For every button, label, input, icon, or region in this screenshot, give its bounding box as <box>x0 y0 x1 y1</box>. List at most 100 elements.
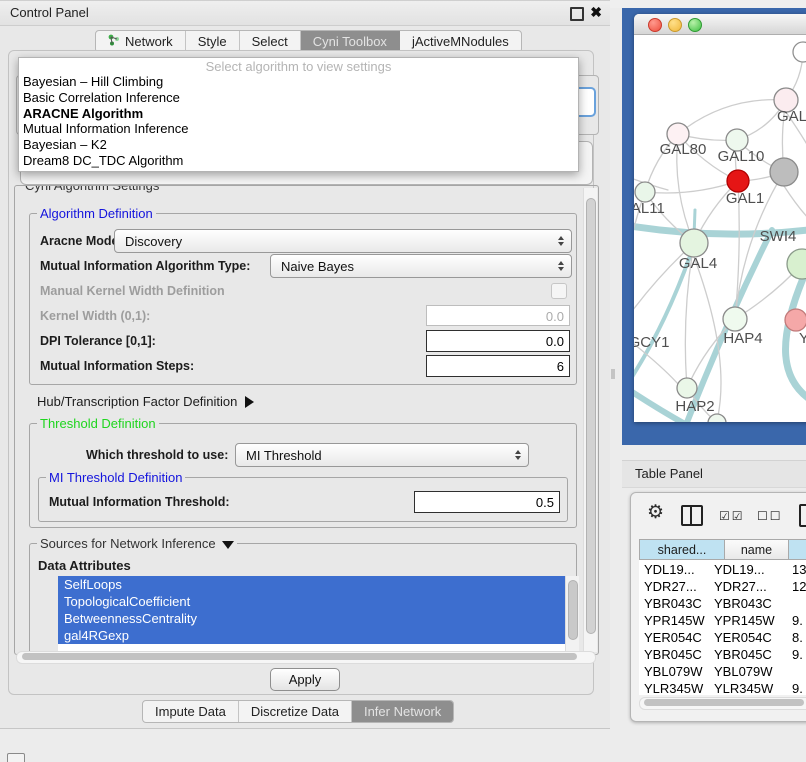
settings-horizontal-scrollbar[interactable] <box>16 651 596 664</box>
float-icon[interactable] <box>570 7 584 21</box>
column-header[interactable]: A <box>789 539 806 560</box>
network-node-label: GAL11 <box>634 200 665 217</box>
dpi-tolerance-field[interactable]: 0.0 <box>426 330 570 352</box>
control-panel-title: Control Panel <box>10 5 89 20</box>
network-node[interactable] <box>793 42 806 62</box>
network-node-gal4[interactable] <box>680 229 708 257</box>
network-node-swi4[interactable] <box>787 249 806 279</box>
table-row[interactable]: YBR043CYBR043C <box>639 596 806 613</box>
tab-jactivemnodules[interactable]: jActiveMNodules <box>400 31 521 52</box>
tab-network[interactable]: Network <box>96 31 186 52</box>
close-icon[interactable]: ✖ <box>590 4 602 21</box>
algorithm-option[interactable]: Mutual Information Inference <box>19 121 578 137</box>
table-cell: YPR145W <box>644 613 705 628</box>
table-row[interactable]: YLR345WYLR345W9. <box>639 681 806 695</box>
table-cell: 12 <box>792 579 806 594</box>
mi-threshold-label: Mutual Information Threshold: <box>49 495 230 509</box>
table-row[interactable]: YDR27...YDR27...12 <box>639 579 806 596</box>
splitpane-divider[interactable] <box>611 369 615 379</box>
apply-button[interactable]: Apply <box>270 668 340 691</box>
network-canvas[interactable]: GALGAL80GAL10GAL1GAL11SWI4GAL4GCY1HAP4YH… <box>634 34 806 422</box>
algorithm-option[interactable]: Bayesian – K2 <box>19 137 578 153</box>
network-edge[interactable] <box>784 186 806 232</box>
network-node-hap2[interactable] <box>677 378 697 398</box>
table-row[interactable]: YER054CYER054C8. <box>639 630 806 647</box>
algorithm-option[interactable]: Bayesian – Hill Climbing <box>19 74 578 90</box>
table-cell: YBL079W <box>714 664 773 679</box>
network-node[interactable] <box>770 158 798 186</box>
mi-type-select[interactable]: Naive Bayes <box>270 254 572 278</box>
table-cell: YBR045C <box>714 647 772 662</box>
algorithm-option[interactable]: Basic Correlation Inference <box>19 90 578 106</box>
algorithm-option[interactable]: Dream8 DC_TDC Algorithm <box>19 153 578 169</box>
network-node[interactable] <box>708 414 726 422</box>
algorithm-dropdown-popup[interactable]: Select algorithm to view settings Bayesi… <box>18 57 579 172</box>
table-cell: YBR043C <box>644 596 702 611</box>
which-threshold-select[interactable]: MI Threshold <box>235 443 529 467</box>
network-node-hap4[interactable] <box>723 307 747 331</box>
manual-kernel-checkbox[interactable] <box>551 283 567 299</box>
table-row[interactable]: YBR045CYBR045C9. <box>639 647 806 664</box>
tab-cyni-toolbox[interactable]: Cyni Toolbox <box>301 31 400 52</box>
sources-group-title: Sources for Network Inference <box>40 536 216 551</box>
column-header[interactable]: shared... <box>639 539 725 560</box>
mi-threshold-field[interactable]: 0.5 <box>414 491 560 513</box>
network-node-label: HAP2 <box>675 398 714 415</box>
settings-vertical-scrollbar[interactable] <box>583 188 597 652</box>
hub-section-toggle[interactable]: Hub/Transcription Factor Definition <box>37 394 254 409</box>
settings-gear-icon[interactable]: ⚙ <box>647 501 664 524</box>
close-traffic-light-icon[interactable] <box>648 18 662 32</box>
manual-kernel-label: Manual Kernel Width Definition <box>40 284 225 298</box>
network-icon <box>108 34 120 49</box>
tab-select[interactable]: Select <box>240 31 301 52</box>
sources-group-title-wrap[interactable]: Sources for Network Inference <box>37 536 237 551</box>
table-horizontal-scrollbar[interactable] <box>639 697 806 710</box>
table-row[interactable]: YDL19...YDL19...13 <box>639 562 806 579</box>
network-node-label: SWI4 <box>760 228 797 245</box>
minimize-traffic-light-icon[interactable] <box>668 18 682 32</box>
table-cell: 8. <box>792 630 803 645</box>
threshold-definition-group: Threshold Definition Which threshold to … <box>29 423 577 528</box>
tab-impute-data[interactable]: Impute Data <box>143 701 239 722</box>
network-edge-thick[interactable] <box>634 256 690 392</box>
tab-discretize-data[interactable]: Discretize Data <box>239 701 352 722</box>
attribute-item[interactable]: SelfLoops <box>58 576 579 593</box>
tab-infer-network[interactable]: Infer Network <box>352 701 453 722</box>
collapse-down-icon <box>222 541 234 549</box>
select-all-columns-icon[interactable]: ☑☑ <box>719 509 745 523</box>
column-header[interactable]: name <box>725 539 789 560</box>
attribute-item[interactable]: BetweennessCentrality <box>58 610 579 627</box>
table-row[interactable]: YPR145WYPR145W9. <box>639 613 806 630</box>
table-panel-title: Table Panel <box>635 466 703 481</box>
attributes-list-scrollbar[interactable] <box>565 576 579 655</box>
algorithm-options-list: Bayesian – Hill ClimbingBasic Correlatio… <box>19 74 578 169</box>
mi-steps-field[interactable]: 6 <box>426 355 570 377</box>
network-edge[interactable] <box>678 100 786 134</box>
combo-arrows-icon <box>553 236 569 246</box>
mi-type-label: Mutual Information Algorithm Type: <box>40 259 250 273</box>
export-table-icon[interactable] <box>799 504 806 527</box>
combo-arrows-icon <box>553 261 569 271</box>
network-node-label: GAL4 <box>679 255 717 272</box>
mi-threshold-group-title: MI Threshold Definition <box>46 470 185 485</box>
zoom-traffic-light-icon[interactable] <box>688 18 702 32</box>
column-view-icon[interactable] <box>681 505 703 526</box>
algorithm-option[interactable]: ARACNE Algorithm <box>19 106 578 122</box>
minimized-panel-icon[interactable] <box>7 753 25 762</box>
network-window-titlebar[interactable] <box>634 14 806 35</box>
network-node-gal1[interactable] <box>727 170 749 192</box>
data-attributes-list[interactable]: SelfLoopsTopologicalCoefficientBetweenne… <box>58 576 579 655</box>
table-cell: 9. <box>792 681 803 695</box>
deselect-all-columns-icon[interactable]: ☐☐ <box>757 509 783 523</box>
network-node-label: GAL1 <box>726 190 764 207</box>
network-node-gal11[interactable] <box>635 182 655 202</box>
kernel-width-field[interactable]: 0.0 <box>426 305 570 326</box>
attribute-item[interactable]: TopologicalCoefficient <box>58 593 579 610</box>
network-node-y[interactable] <box>785 309 806 331</box>
attribute-item[interactable]: gal4RGexp <box>58 627 579 644</box>
algorithm-dropdown-prompt: Select algorithm to view settings <box>19 59 578 74</box>
tab-style[interactable]: Style <box>186 31 240 52</box>
table-row[interactable]: YBL079WYBL079W <box>639 664 806 681</box>
network-node-label: HAP4 <box>723 330 762 347</box>
aracne-mode-select[interactable]: Discovery <box>114 229 572 253</box>
